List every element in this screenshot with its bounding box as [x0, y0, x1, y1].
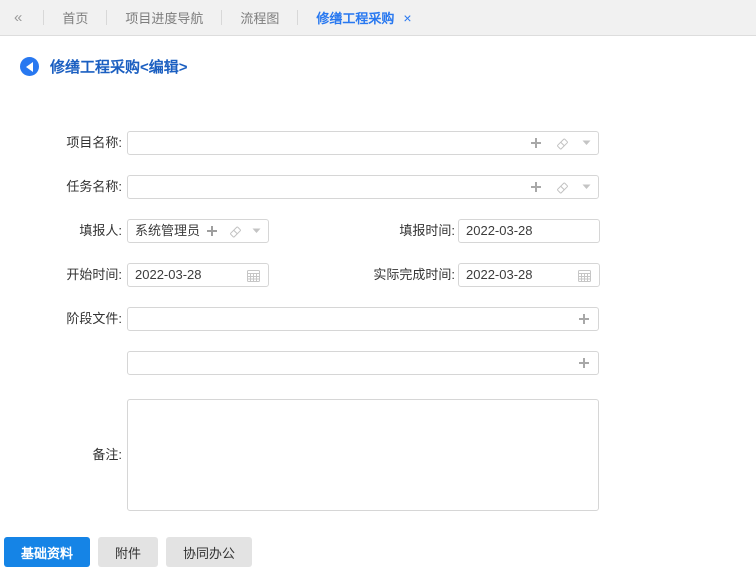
calendar-icon[interactable]	[246, 268, 261, 283]
chevron-down-icon[interactable]	[252, 228, 261, 234]
bottom-tab-collaboration[interactable]: 协同办公	[166, 537, 253, 567]
stage-file-field[interactable]	[127, 307, 599, 331]
bottom-tab-basic-info[interactable]: 基础资料	[4, 537, 91, 567]
plus-icon[interactable]	[529, 180, 543, 194]
actual-finish-time-label: 实际完成时间:	[373, 267, 455, 282]
report-time-label: 填报时间:	[399, 223, 455, 238]
eraser-icon[interactable]	[555, 180, 570, 195]
stage-file-2-field[interactable]	[127, 351, 599, 375]
start-time-field[interactable]: 2022-03-28	[127, 263, 269, 287]
report-time-field[interactable]: 2022-03-28	[458, 219, 600, 243]
task-name-field[interactable]	[127, 175, 599, 199]
eraser-icon[interactable]	[228, 224, 243, 239]
start-time-value: 2022-03-28	[135, 267, 202, 282]
chevron-down-icon[interactable]	[582, 184, 591, 190]
plus-icon[interactable]	[529, 136, 543, 150]
bottom-tab-bar: 基础资料 附件 协同办公	[0, 531, 756, 573]
remark-label: 备注:	[92, 447, 122, 462]
reporter-label: 填报人:	[79, 223, 122, 238]
eraser-icon[interactable]	[555, 136, 570, 151]
start-time-label: 开始时间:	[66, 267, 122, 282]
edit-form: 项目名称: 任务名称: 填报人: 系统管理员 填报时间: 2022-03-28 …	[0, 0, 756, 573]
report-time-value: 2022-03-28	[466, 223, 533, 238]
stage-file-label: 阶段文件:	[66, 311, 122, 326]
chevron-down-icon[interactable]	[582, 140, 591, 146]
page: { "tab_bar": { "collapse_icon": "«", "ta…	[0, 0, 756, 573]
remark-textarea[interactable]	[127, 399, 599, 511]
task-name-label: 任务名称:	[66, 179, 122, 194]
project-name-label: 项目名称:	[66, 135, 122, 150]
reporter-field[interactable]: 系统管理员	[127, 219, 269, 243]
reporter-value: 系统管理员	[135, 223, 201, 238]
calendar-icon[interactable]	[577, 268, 592, 283]
plus-icon[interactable]	[577, 312, 591, 326]
plus-icon[interactable]	[205, 224, 219, 238]
actual-finish-time-value: 2022-03-28	[466, 267, 533, 282]
actual-finish-time-field[interactable]: 2022-03-28	[458, 263, 600, 287]
bottom-tab-attachments[interactable]: 附件	[98, 537, 159, 567]
plus-icon[interactable]	[577, 356, 591, 370]
project-name-field[interactable]	[127, 131, 599, 155]
